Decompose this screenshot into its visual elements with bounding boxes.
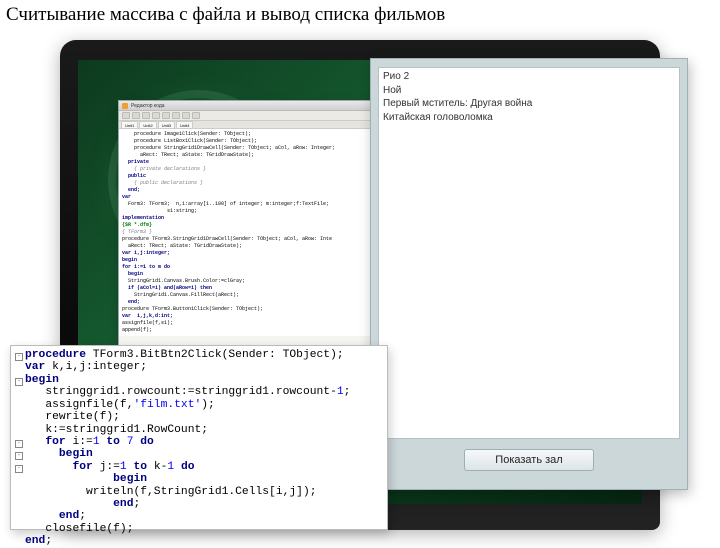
ide-title: Редактор кода	[131, 103, 165, 109]
toolbar-button[interactable]	[152, 112, 160, 119]
ide-tab[interactable]: Unit4	[176, 121, 193, 128]
toolbar-button[interactable]	[132, 112, 140, 119]
slide-title: Считывание массива с файла и вывод списк…	[6, 4, 445, 26]
film-list-item[interactable]: Ной	[383, 84, 675, 98]
film-app-window: Рио 2НойПервый мститель: Другая войнаКит…	[370, 58, 688, 490]
film-list-item[interactable]: Китайская головоломка	[383, 111, 675, 125]
ide-tab[interactable]: Unit1	[121, 121, 138, 128]
film-list-item[interactable]: Рио 2	[383, 70, 675, 84]
ide-toolbar[interactable]	[119, 111, 387, 121]
toolbar-button[interactable]	[122, 112, 130, 119]
film-list-item[interactable]: Первый мститель: Другая война	[383, 97, 675, 111]
code-snippet-window: - - --- procedure TForm3.BitBtn2Click(Se…	[10, 345, 388, 530]
toolbar-button[interactable]	[172, 112, 180, 119]
ide-tabs[interactable]: Unit1 Unit2 Unit3 Unit4	[119, 121, 387, 129]
show-hall-button[interactable]: Показать зал	[464, 449, 594, 471]
ide-tab[interactable]: Unit2	[139, 121, 156, 128]
fold-gutter[interactable]: - - ---	[13, 349, 25, 526]
ide-titlebar[interactable]: Редактор кода	[119, 101, 387, 111]
code-snippet-body[interactable]: procedure TForm3.BitBtn2Click(Sender: TO…	[25, 349, 382, 526]
toolbar-button[interactable]	[192, 112, 200, 119]
ide-tab[interactable]: Unit3	[158, 121, 175, 128]
toolbar-button[interactable]	[162, 112, 170, 119]
app-icon	[122, 103, 128, 109]
film-listbox[interactable]: Рио 2НойПервый мститель: Другая войнаКит…	[378, 67, 680, 439]
toolbar-button[interactable]	[142, 112, 150, 119]
ide-code-editor[interactable]: procedure Image1Click(Sender: TObject); …	[119, 129, 387, 336]
toolbar-button[interactable]	[182, 112, 190, 119]
